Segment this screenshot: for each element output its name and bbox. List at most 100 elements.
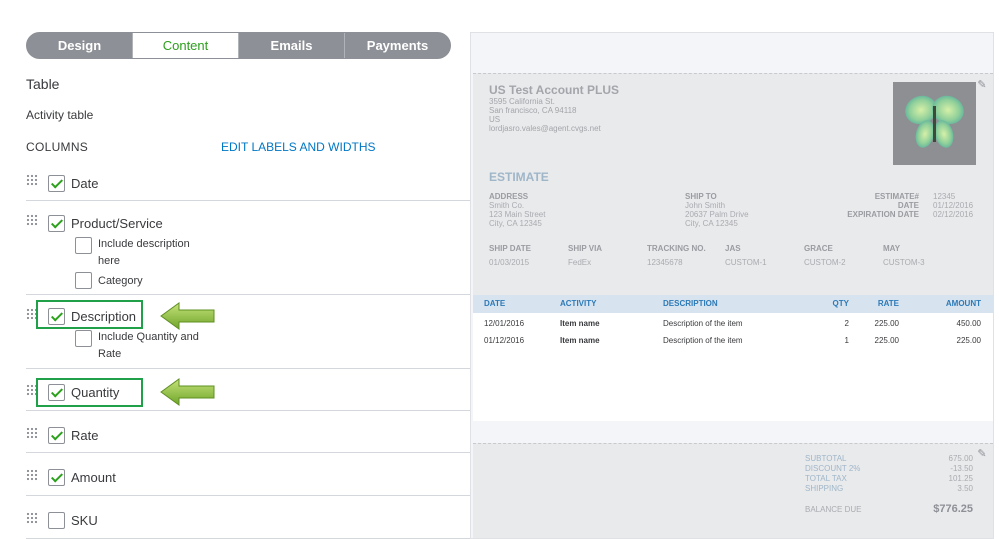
checkbox-date[interactable] [48,175,65,192]
pencil-edit-icon[interactable]: ✎ [975,78,989,92]
preview-activity-table[interactable]: DATE ACTIVITY DESCRIPTION QTY RATE AMOUN… [473,295,993,421]
expiration-date-value: 02/12/2016 [933,210,974,219]
editor-tabs: Design Content Emails Payments [26,32,451,59]
tab-design[interactable]: Design [27,33,132,58]
checkbox-include-description[interactable] [75,237,92,254]
checkbox-amount[interactable] [48,469,65,486]
subtotal-label: SUBTOTAL [805,454,847,463]
ship-via-label: SHIP VIA [568,244,603,253]
ship-via-value: FedEx [568,258,592,267]
ship-to-label: SHIP TO [685,192,717,201]
shipping-value: 3.50 [957,484,973,493]
checkbox-rate[interactable] [48,427,65,444]
column-label-date: Date [71,176,99,191]
highlight-box-quantity [36,378,143,407]
column-row-product-service: Product/Service Include description here… [26,201,470,295]
table-header-rate: RATE [877,299,899,308]
total-tax-value: 101.25 [948,474,973,483]
document-title: ESTIMATE [489,170,549,184]
tab-content[interactable]: Content [132,33,238,58]
cell-rate: 225.00 [874,336,899,345]
discount-label: DISCOUNT 2% [805,464,861,473]
tab-payments[interactable]: Payments [344,33,450,58]
left-arrow-icon [160,378,215,406]
custom-field-label: GRACE [804,244,833,253]
custom-field-value: CUSTOM-2 [804,258,846,267]
address-line: City, CA 12345 [489,219,542,228]
cell-description: Description of the item [663,336,743,345]
preview-header-section[interactable]: ✎ US Test Account PLUS 3595 California S… [473,73,993,307]
table-header-description: DESCRIPTION [663,299,718,308]
include-quantity-rate-label: Include Quantity and Rate [98,331,199,360]
date-label: DATE [897,201,919,210]
column-label-rate: Rate [71,428,99,443]
edit-labels-link[interactable]: EDIT LABELS AND WIDTHS [221,140,375,154]
preview-footer-section[interactable]: ✎ SUBTOTAL 675.00 DISCOUNT 2% -13.50 TOT… [473,443,993,538]
section-title: Table [26,76,60,92]
checkbox-product-service[interactable] [48,215,65,232]
pencil-edit-icon[interactable]: ✎ [975,447,989,461]
column-row-rate: Rate [26,411,470,453]
estimate-preview: ✎ US Test Account PLUS 3595 California S… [470,32,994,539]
ship-date-label: SHIP DATE [489,244,531,253]
company-name: US Test Account PLUS [489,83,620,97]
table-header: DATE ACTIVITY DESCRIPTION QTY RATE AMOUN… [473,295,993,313]
custom-field-value: CUSTOM-1 [725,258,767,267]
column-label-sku: SKU [71,513,98,528]
table-header-date: DATE [484,299,506,308]
category-label: Category [98,275,143,287]
cell-date: 01/12/2016 [484,336,525,345]
company-address-line: US [489,115,501,124]
estimate-number-label: ESTIMATE# [874,192,919,201]
cell-amount: 450.00 [956,319,981,328]
include-description-label: Include description here [98,238,190,267]
tracking-label: TRACKING NO. [647,244,706,253]
column-label-product-service: Product/Service [71,216,163,231]
cell-description: Description of the item [663,319,743,328]
drag-handle-icon[interactable] [26,214,38,226]
section-subtitle: Activity table [26,108,94,122]
drag-handle-icon[interactable] [26,427,38,439]
columns-heading: COLUMNS [26,140,89,154]
address-label: ADDRESS [489,192,529,201]
column-row-amount: Amount [26,453,470,496]
company-address-line: 3595 California St. [489,97,555,106]
address-line: 123 Main Street [489,210,546,219]
total-tax-label: TOTAL TAX [805,474,847,483]
balance-due-value: $776.25 [933,503,973,515]
column-label-amount: Amount [71,470,116,485]
company-logo [893,82,976,165]
expiration-date-label: EXPIRATION DATE [847,210,919,219]
checkbox-category[interactable] [75,272,92,289]
butterfly-logo-icon [905,95,964,148]
ship-to-line: City, CA 12345 [685,219,738,228]
table-header-amount: AMOUNT [945,299,981,308]
cell-activity: Item name [560,336,600,345]
table-header-activity: ACTIVITY [560,299,597,308]
checkbox-include-quantity-rate[interactable] [75,330,92,347]
custom-field-label: JAS [725,244,741,253]
tab-emails[interactable]: Emails [238,33,344,58]
discount-value: -13.50 [950,464,973,473]
cell-amount: 225.00 [956,336,981,345]
cell-qty: 2 [844,319,849,328]
date-value: 01/12/2016 [933,201,974,210]
column-row-sku: SKU [26,496,470,539]
address-line: Smith Co. [489,201,525,210]
checkbox-sku[interactable] [48,512,65,529]
custom-field-label: MAY [883,244,901,253]
estimate-number-value: 12345 [933,192,956,201]
ship-to-line: John Smith [685,201,726,210]
cell-activity: Item name [560,319,600,328]
cell-rate: 225.00 [874,319,899,328]
drag-handle-icon[interactable] [26,174,38,186]
tracking-value: 12345678 [647,258,683,267]
drag-handle-icon[interactable] [26,469,38,481]
highlight-box-description [36,300,143,329]
company-address-line: San francisco, CA 94118 [489,106,577,115]
ship-date-value: 01/03/2015 [489,258,530,267]
company-email: lordjasro.vales@agent.cvgs.net [489,124,601,133]
ship-to-line: 20637 Palm Drive [685,210,749,219]
drag-handle-icon[interactable] [26,512,38,524]
subtotal-value: 675.00 [948,454,973,463]
